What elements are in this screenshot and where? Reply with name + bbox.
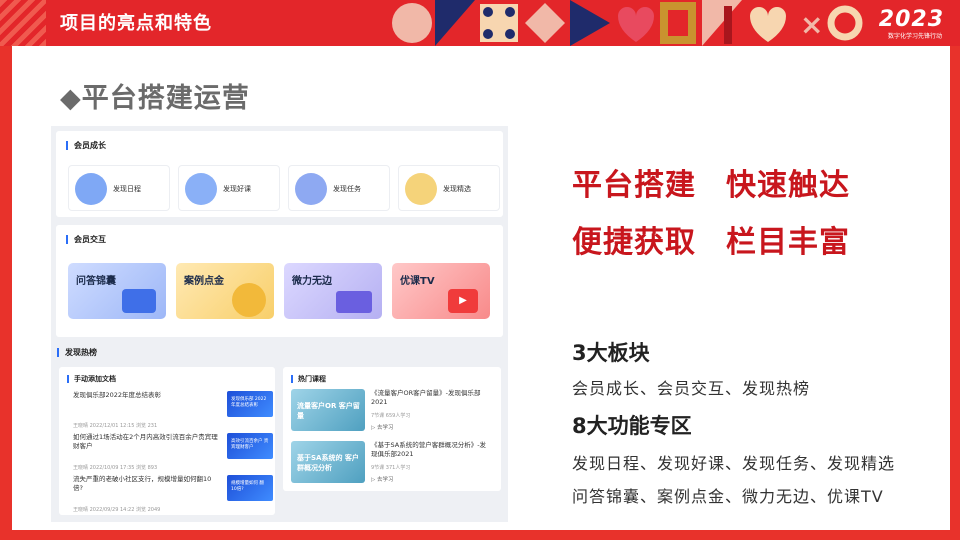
svg-text:×: × [800, 8, 823, 41]
hot-courses-title: 热门课程 [291, 375, 326, 383]
discover-hot-title: 发现热榜 [57, 348, 97, 357]
slogan-rich-columns: 栏目丰富 [726, 225, 850, 260]
manual-docs-title: 手动添加文档 [67, 375, 116, 383]
tile-discover-featured[interactable]: 发现精选 [398, 165, 500, 211]
member-interact-title: 会员交互 [66, 235, 106, 244]
play-icon: ▶ [448, 289, 478, 313]
header-bar: 项目的亮点和特色 × 2023 数字化学习先锋行动 [0, 0, 960, 46]
section-title: ◆平台搭建运营 [60, 83, 250, 114]
tile-discover-schedule[interactable]: 发现日程 [68, 165, 170, 211]
header-stripe-decoration [0, 0, 46, 46]
clipboard-icon [295, 173, 327, 205]
chart-icon [336, 291, 372, 313]
slogan-easy-access: 便捷获取 [572, 225, 696, 260]
go-study-link[interactable]: ▷ 去学习 [371, 475, 394, 483]
course-cover: 基于SA系统的 客户群概况分析 [291, 441, 365, 483]
star-icon [405, 173, 437, 205]
doc-meta: 王晓晴 2022/09/29 14:22 浏览 2049 [73, 507, 161, 513]
member-growth-title: 会员成长 [66, 141, 106, 150]
discover-hot-card: 发现热榜 手动添加文档 发现俱乐部2022年度总结表彰 王晓晴 2022/12/… [53, 344, 508, 522]
kpi-eight-zones-desc-1: 发现日程、发现好课、发现任务、发现精选 [572, 454, 896, 473]
course-cover: 流量客户OR 客户留量 [291, 389, 365, 431]
go-study-link[interactable]: ▷ 去学习 [371, 423, 394, 431]
tile-discover-course[interactable]: 发现好课 [178, 165, 280, 211]
tile-label: 发现好课 [223, 185, 251, 193]
calendar-icon [75, 173, 107, 205]
header-pattern-decoration: × [390, 0, 880, 46]
card-micro-power[interactable]: 微力无边 [284, 263, 382, 319]
doc-title: 发现俱乐部2022年度总结表彰 [73, 391, 162, 399]
doc-item[interactable]: 流失严重的老破小社区支行，规模增量如何翻10倍? 王晓晴 2022/09/29 … [67, 475, 273, 515]
doc-thumbnail: 发现俱乐部 2022年度总结表彰 [227, 391, 273, 417]
card-label: 案例点金 [184, 276, 224, 287]
app-screenshot: 会员成长 发现日程 发现好课 发现任务 发现精选 会员交互 问答锦囊 案例点金 [51, 126, 508, 522]
doc-thumbnail-text: 发现俱乐部 2022年度总结表彰 [231, 397, 267, 408]
header-title: 项目的亮点和特色 [60, 13, 212, 34]
slogan-line-2: 便捷获取 栏目丰富 [572, 217, 850, 261]
course-cover-text: 基于SA系统的 客户群概况分析 [297, 454, 359, 472]
slogan-line-1: 平台搭建 快速触达 [572, 160, 850, 204]
card-label: 微力无边 [292, 276, 332, 287]
tile-label: 发现任务 [333, 185, 361, 193]
chat-icon [122, 289, 156, 313]
kpi-three-sections-desc: 会员成长、会员交互、发现热榜 [572, 379, 811, 398]
kpi-eight-zones-desc-2: 问答锦囊、案例点金、微力无边、优课TV [572, 487, 884, 506]
kpi-three-sections: 3大板块 [572, 341, 650, 365]
logo-subtitle: 数字化学习先锋行动 [887, 33, 942, 40]
card-course-tv[interactable]: 优课TV ▶ [392, 263, 490, 319]
tile-label: 发现日程 [113, 185, 141, 193]
manual-docs-card: 手动添加文档 发现俱乐部2022年度总结表彰 王晓晴 2022/12/01 12… [59, 367, 275, 515]
go-study-label: 去学习 [376, 477, 394, 483]
doc-thumbnail-text: 高效引流百余户 贵宾理财客户 [231, 439, 269, 450]
card-label: 问答锦囊 [76, 276, 116, 287]
go-study-label: 去学习 [376, 425, 394, 431]
tile-discover-task[interactable]: 发现任务 [288, 165, 390, 211]
course-title: 《流量客户OR客户留量》-发现俱乐部2021 [371, 389, 481, 406]
doc-thumbnail: 规模增量如何 翻10倍? [227, 475, 273, 501]
card-qa-tips[interactable]: 问答锦囊 [68, 263, 166, 319]
doc-thumbnail: 高效引流百余户 贵宾理财客户 [227, 433, 273, 459]
card-case-gold[interactable]: 案例点金 [176, 263, 274, 319]
member-interact-card: 会员交互 问答锦囊 案例点金 微力无边 优课TV ▶ [56, 225, 503, 337]
slogan-platform-build: 平台搭建 [572, 168, 696, 203]
book-icon [185, 173, 217, 205]
course-title: 《基于SA系统的营户客群概况分析》-发现俱乐部2021 [371, 441, 487, 458]
slogan-fast-reach: 快速触达 [726, 168, 850, 203]
coin-icon [232, 283, 266, 317]
course-meta: 7节课 659人学习 [371, 413, 411, 419]
doc-thumbnail-text: 规模增量如何 翻10倍? [231, 481, 264, 492]
card-label: 优课TV [400, 276, 435, 287]
doc-item[interactable]: 如何通过1场活动在2个月内高效引流百余户贵宾理财客户 王晓晴 2022/10/0… [67, 433, 273, 473]
doc-item[interactable]: 发现俱乐部2022年度总结表彰 王晓晴 2022/12/01 12:15 浏览 … [67, 391, 273, 431]
doc-title: 流失严重的老破小社区支行，规模增量如何翻10倍? [73, 475, 212, 492]
course-meta: 9节课 371人学习 [371, 465, 411, 471]
course-cover-text: 流量客户OR 客户留量 [297, 402, 360, 420]
doc-meta: 王晓晴 2022/12/01 12:15 浏览 231 [73, 423, 158, 429]
tile-label: 发现精选 [443, 185, 471, 193]
member-growth-card: 会员成长 发现日程 发现好课 发现任务 发现精选 [56, 131, 503, 217]
kpi-eight-zones: 8大功能专区 [572, 414, 692, 438]
doc-meta: 王晓晴 2022/10/09 17:35 浏览 893 [73, 465, 158, 471]
course-item[interactable]: 流量客户OR 客户留量 《流量客户OR客户留量》-发现俱乐部2021 7节课 6… [291, 389, 493, 433]
logo-2023: 2023 [878, 7, 944, 32]
hot-courses-card: 热门课程 流量客户OR 客户留量 《流量客户OR客户留量》-发现俱乐部2021 … [283, 367, 501, 491]
course-item[interactable]: 基于SA系统的 客户群概况分析 《基于SA系统的营户客群概况分析》-发现俱乐部2… [291, 441, 493, 485]
doc-title: 如何通过1场活动在2个月内高效引流百余户贵宾理财客户 [73, 433, 218, 450]
